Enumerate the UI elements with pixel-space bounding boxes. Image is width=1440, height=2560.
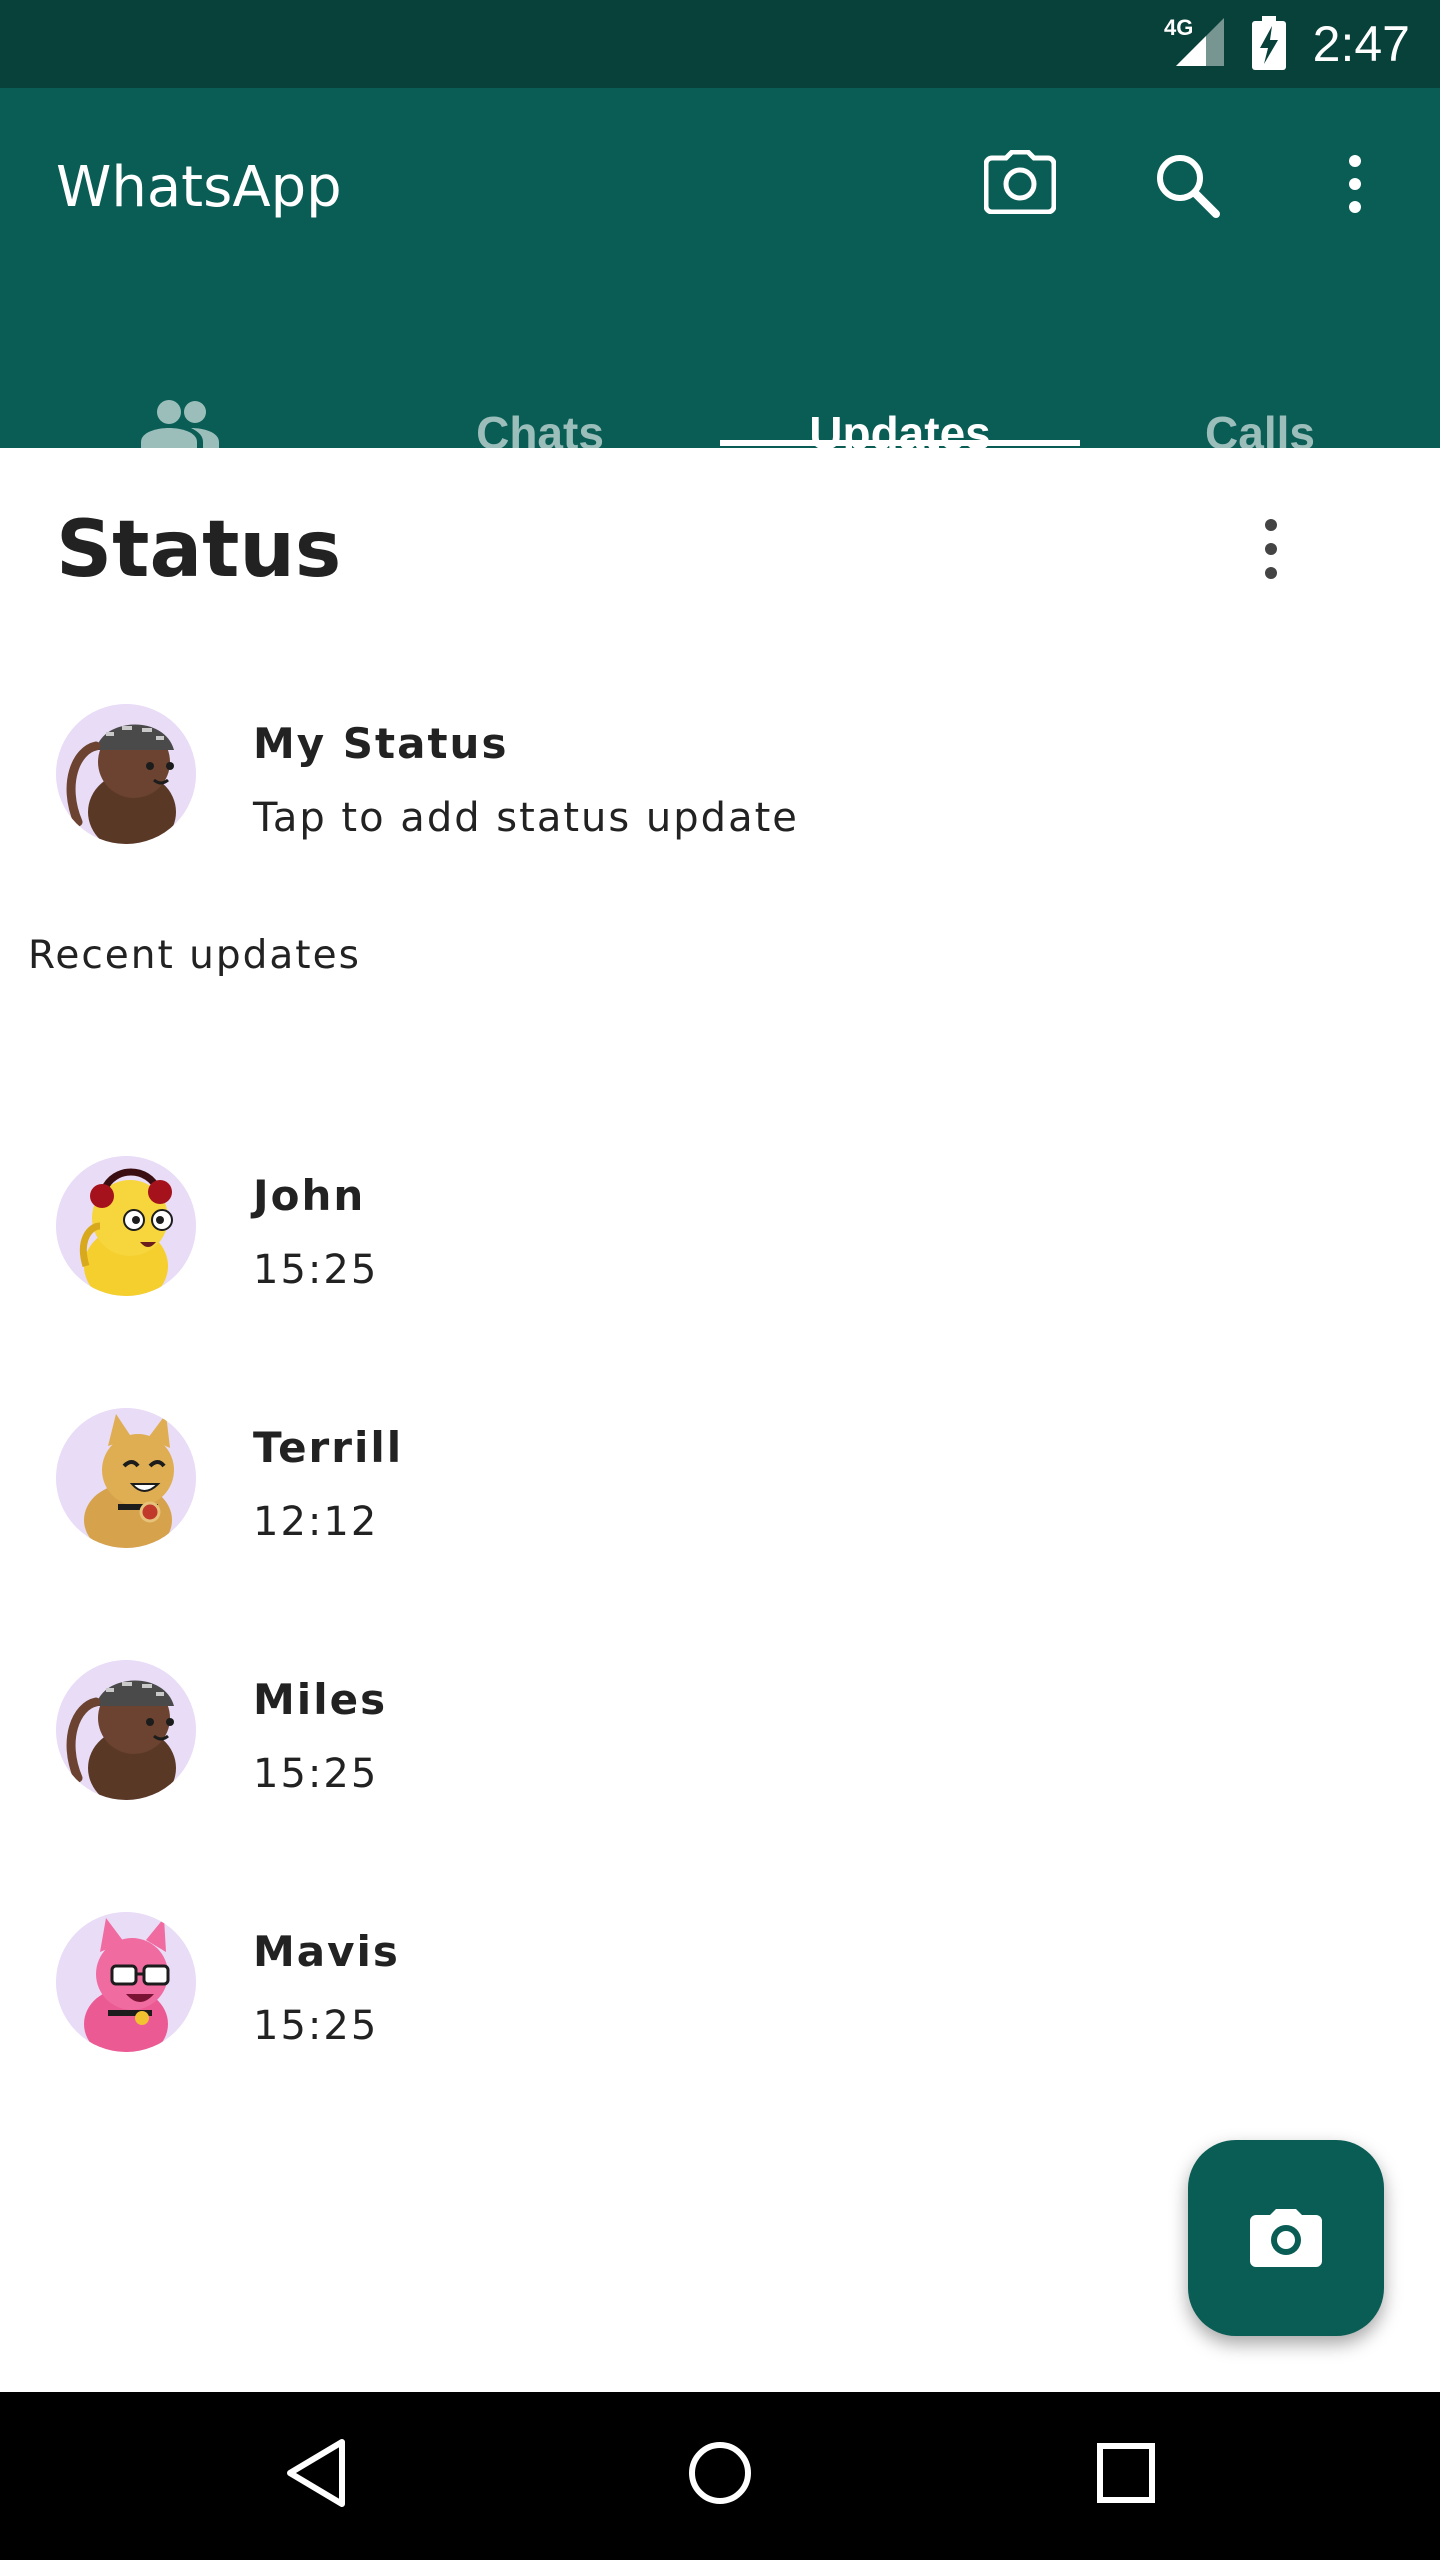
tab-calls[interactable]: Calls (1080, 358, 1440, 459)
status-time: 12:12 (253, 1499, 379, 1545)
section-title: Status (56, 505, 342, 595)
camera-fab[interactable] (1188, 2140, 1384, 2336)
tab-label: Updates (809, 407, 991, 459)
my-status-subtitle: Tap to add status update (253, 795, 799, 841)
search-icon[interactable] (1154, 152, 1220, 218)
avatar[interactable] (56, 704, 196, 844)
more-vert-icon[interactable] (1340, 154, 1370, 214)
contact-name: Miles (253, 1675, 388, 1724)
camera-icon[interactable] (984, 150, 1056, 214)
community-icon (141, 400, 219, 450)
status-time: 15:25 (253, 2003, 379, 2049)
tab-chats[interactable]: Chats (360, 358, 720, 459)
recent-updates-label: Recent updates (28, 933, 361, 978)
avatar[interactable] (56, 1660, 196, 1800)
tab-bar: Chats Updates Calls (0, 358, 1440, 459)
more-vert-icon[interactable] (1256, 518, 1286, 580)
recents-icon[interactable] (1094, 2436, 1158, 2510)
clock: 2:47 (1312, 16, 1410, 72)
tab-updates[interactable]: Updates (720, 358, 1080, 459)
battery-charging-icon (1252, 16, 1286, 70)
back-icon[interactable] (284, 2436, 348, 2510)
status-time: 15:25 (253, 1247, 379, 1293)
avatar[interactable] (56, 1912, 196, 2052)
camera-icon (1250, 2209, 1322, 2267)
contact-name: Mavis (253, 1927, 400, 1976)
tab-label: Calls (1205, 407, 1315, 459)
tab-community[interactable] (0, 358, 360, 450)
avatar[interactable] (56, 1156, 196, 1296)
status-time: 15:25 (253, 1751, 379, 1797)
my-status-name: My Status (253, 719, 509, 768)
tab-label: Chats (476, 407, 604, 459)
tab-indicator (720, 440, 1080, 446)
home-icon[interactable] (686, 2436, 754, 2510)
contact-name: John (253, 1171, 366, 1220)
signal-icon (1176, 18, 1224, 66)
contact-name: Terrill (253, 1423, 404, 1472)
system-nav-bar (0, 2392, 1440, 2560)
avatar[interactable] (56, 1408, 196, 1548)
app-title: WhatsApp (56, 155, 342, 220)
app-bar: WhatsApp Chats Updates Calls (0, 88, 1440, 459)
system-status-bar: 4G 2:47 (0, 0, 1440, 88)
